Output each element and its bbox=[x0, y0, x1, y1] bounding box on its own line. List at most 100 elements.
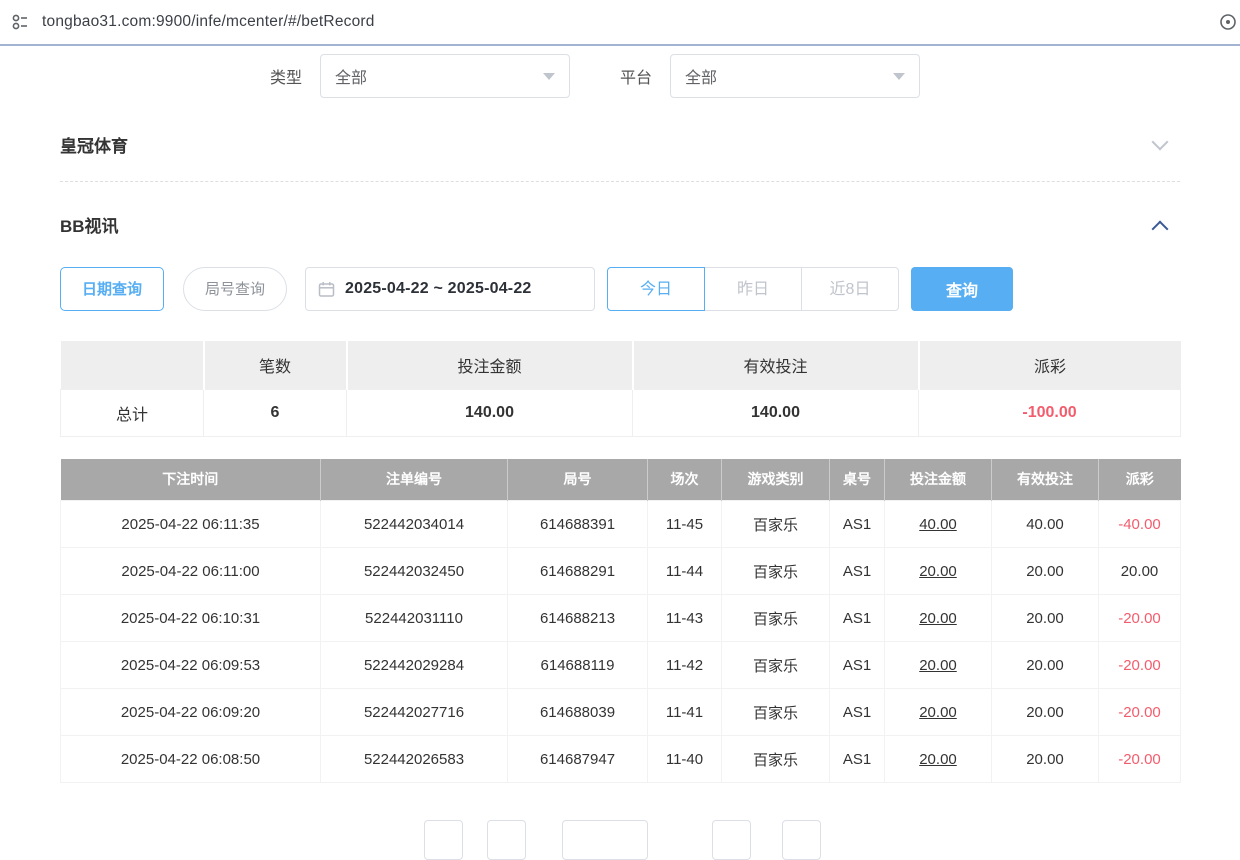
cell-bet-amount[interactable]: 40.00 bbox=[885, 501, 992, 548]
query-toolbar: 日期查询 局号查询 2025-04-22 ~ 2025-04-22 今日 昨日 … bbox=[60, 267, 1180, 311]
cell-table-id: AS1 bbox=[830, 548, 885, 595]
calendar-icon bbox=[318, 281, 335, 298]
cell-valid-bet: 20.00 bbox=[992, 595, 1099, 642]
cell-bet-amount[interactable]: 20.00 bbox=[885, 689, 992, 736]
chevron-down-icon bbox=[543, 73, 555, 80]
summary-payout-value: -100.00 bbox=[919, 389, 1181, 436]
section-bb-video-title: BB视讯 bbox=[60, 212, 119, 237]
cell-round-id: 614687947 bbox=[508, 736, 648, 783]
bet-table-column-header: 桌号 bbox=[830, 459, 885, 501]
quick-last8days-button[interactable]: 近8日 bbox=[801, 267, 899, 311]
bet-table-row: 2025-04-22 06:11:00522442032450614688291… bbox=[61, 548, 1181, 595]
summary-header-count: 笔数 bbox=[204, 341, 347, 389]
cell-round-id: 614688291 bbox=[508, 548, 648, 595]
bet-table-body: 2025-04-22 06:11:35522442034014614688391… bbox=[61, 501, 1181, 783]
summary-valid-bet-value: 140.00 bbox=[633, 389, 919, 436]
url-text[interactable]: tongbao31.com:9900/infe/mcenter/#/betRec… bbox=[42, 13, 1206, 31]
cell-bet-amount[interactable]: 20.00 bbox=[885, 642, 992, 689]
cell-round-id: 614688391 bbox=[508, 501, 648, 548]
bet-record-table: 下注时间注单编号局号场次游戏类别桌号投注金额有效投注派彩 2025-04-22 … bbox=[60, 459, 1181, 784]
type-filter-label: 类型 bbox=[270, 64, 302, 88]
cell-game-type: 百家乐 bbox=[722, 642, 830, 689]
cell-game-type: 百家乐 bbox=[722, 501, 830, 548]
cell-bet-time: 2025-04-22 06:11:00 bbox=[61, 548, 321, 595]
pagination-pager[interactable] bbox=[562, 820, 648, 860]
cell-valid-bet: 20.00 bbox=[992, 736, 1099, 783]
browser-tabs-icon[interactable] bbox=[10, 12, 30, 32]
bet-table-header-row: 下注时间注单编号局号场次游戏类别桌号投注金额有效投注派彩 bbox=[61, 459, 1181, 501]
bet-table-column-header: 游戏类别 bbox=[722, 459, 830, 501]
type-select[interactable]: 全部 bbox=[320, 54, 570, 98]
bet-table-column-header: 注单编号 bbox=[321, 459, 508, 501]
round-query-tab[interactable]: 局号查询 bbox=[183, 267, 287, 311]
summary-bet-amount-value: 140.00 bbox=[347, 389, 633, 436]
browser-extension-icon[interactable] bbox=[1218, 12, 1238, 32]
cell-order-id: 522442034014 bbox=[321, 501, 508, 548]
cell-bet-time: 2025-04-22 06:09:53 bbox=[61, 642, 321, 689]
cell-valid-bet: 40.00 bbox=[992, 501, 1099, 548]
summary-total-label: 总计 bbox=[61, 389, 204, 436]
cell-bet-time: 2025-04-22 06:11:35 bbox=[61, 501, 321, 548]
cell-order-id: 522442031110 bbox=[321, 595, 508, 642]
bet-table-row: 2025-04-22 06:09:53522442029284614688119… bbox=[61, 642, 1181, 689]
bet-table-column-header: 投注金额 bbox=[885, 459, 992, 501]
cell-valid-bet: 20.00 bbox=[992, 548, 1099, 595]
chevron-down-icon[interactable] bbox=[1152, 133, 1169, 150]
cell-round-id: 614688119 bbox=[508, 642, 648, 689]
cell-order-id: 522442032450 bbox=[321, 548, 508, 595]
bet-table-column-header: 派彩 bbox=[1099, 459, 1181, 501]
cell-game-type: 百家乐 bbox=[722, 736, 830, 783]
bet-table-row: 2025-04-22 06:10:31522442031110614688213… bbox=[61, 595, 1181, 642]
bet-table-column-header: 下注时间 bbox=[61, 459, 321, 501]
summary-header-row: 笔数 投注金额 有效投注 派彩 bbox=[61, 341, 1181, 389]
cell-bet-time: 2025-04-22 06:10:31 bbox=[61, 595, 321, 642]
platform-select-value: 全部 bbox=[685, 64, 717, 88]
cell-payout: -20.00 bbox=[1099, 736, 1181, 783]
cell-bet-amount[interactable]: 20.00 bbox=[885, 548, 992, 595]
summary-header-blank bbox=[61, 341, 204, 389]
bet-record-page: 类型 全部 平台 全部 皇冠体育 BB视讯 日期查询 局号查询 bbox=[0, 54, 1240, 860]
bet-table-column-header: 场次 bbox=[648, 459, 722, 501]
summary-header-valid-bet: 有效投注 bbox=[633, 341, 919, 389]
bet-table-column-header: 局号 bbox=[508, 459, 648, 501]
pagination-last-button[interactable] bbox=[782, 820, 821, 860]
pagination-next-button[interactable] bbox=[712, 820, 751, 860]
cell-session: 11-40 bbox=[648, 736, 722, 783]
summary-total-row: 总计 6 140.00 140.00 -100.00 bbox=[61, 389, 1181, 436]
cell-game-type: 百家乐 bbox=[722, 595, 830, 642]
cell-bet-time: 2025-04-22 06:08:50 bbox=[61, 736, 321, 783]
section-divider bbox=[60, 181, 1180, 182]
cell-session: 11-43 bbox=[648, 595, 722, 642]
cell-order-id: 522442029284 bbox=[321, 642, 508, 689]
platform-select[interactable]: 全部 bbox=[670, 54, 920, 98]
cell-bet-amount[interactable]: 20.00 bbox=[885, 736, 992, 783]
search-button[interactable]: 查询 bbox=[911, 267, 1013, 311]
cell-session: 11-45 bbox=[648, 501, 722, 548]
section-crown-sports-title: 皇冠体育 bbox=[60, 132, 128, 157]
bet-table-column-header: 有效投注 bbox=[992, 459, 1099, 501]
pagination-prev-button[interactable] bbox=[487, 820, 526, 860]
date-range-input[interactable]: 2025-04-22 ~ 2025-04-22 bbox=[305, 267, 595, 311]
cell-order-id: 522442026583 bbox=[321, 736, 508, 783]
section-bb-video[interactable]: BB视讯 bbox=[60, 212, 1180, 237]
chevron-down-icon bbox=[893, 73, 905, 80]
cell-bet-amount[interactable]: 20.00 bbox=[885, 595, 992, 642]
cell-valid-bet: 20.00 bbox=[992, 642, 1099, 689]
summary-count-value: 6 bbox=[204, 389, 347, 436]
filter-row: 类型 全部 平台 全部 bbox=[60, 54, 1180, 98]
date-query-tab[interactable]: 日期查询 bbox=[60, 267, 164, 311]
section-crown-sports[interactable]: 皇冠体育 bbox=[60, 132, 1180, 157]
cell-session: 11-42 bbox=[648, 642, 722, 689]
cell-round-id: 614688039 bbox=[508, 689, 648, 736]
pagination-first-button[interactable] bbox=[424, 820, 463, 860]
date-range-value: 2025-04-22 ~ 2025-04-22 bbox=[345, 280, 532, 298]
pagination bbox=[60, 820, 1180, 860]
cell-table-id: AS1 bbox=[830, 642, 885, 689]
cell-round-id: 614688213 bbox=[508, 595, 648, 642]
cell-game-type: 百家乐 bbox=[722, 548, 830, 595]
quick-today-button[interactable]: 今日 bbox=[607, 267, 705, 311]
chevron-up-icon[interactable] bbox=[1152, 220, 1169, 237]
cell-table-id: AS1 bbox=[830, 595, 885, 642]
quick-yesterday-button[interactable]: 昨日 bbox=[704, 267, 802, 311]
cell-session: 11-41 bbox=[648, 689, 722, 736]
